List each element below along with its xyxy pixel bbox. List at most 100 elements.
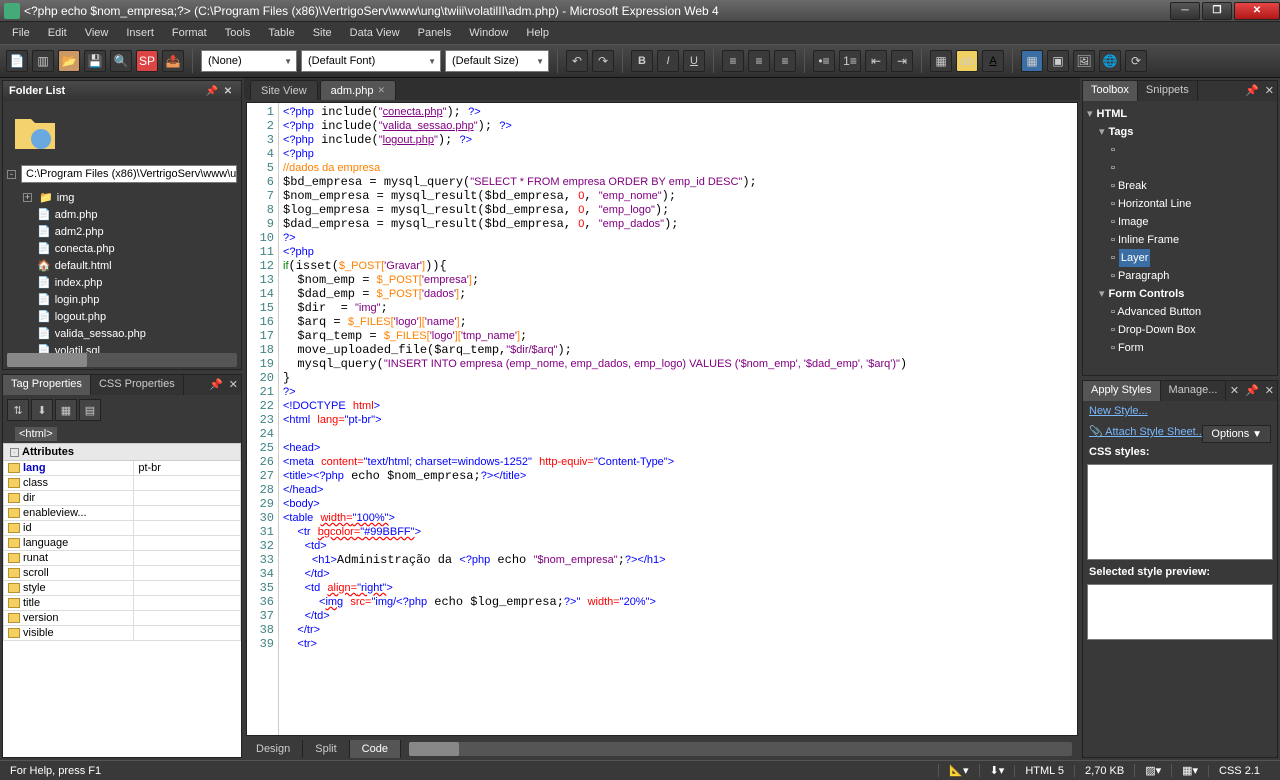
menu-help[interactable]: Help <box>518 25 557 41</box>
bullets-icon[interactable]: •≡ <box>813 50 835 72</box>
toolbox-span[interactable]: ▫ <box>1087 159 1273 177</box>
attr-row-language[interactable]: language <box>4 536 241 551</box>
hyperlink-icon[interactable]: 🌐 <box>1099 50 1121 72</box>
folder-hscroll[interactable] <box>7 353 237 367</box>
table-icon[interactable]: ▦ <box>1021 50 1043 72</box>
close-panel-icon[interactable]: ✕ <box>1262 81 1277 101</box>
tree-item-valida_sessao-php[interactable]: 📄 valida_sessao.php <box>9 325 235 342</box>
doc-tab-site view[interactable]: Site View <box>250 80 318 100</box>
attr-row-visible[interactable]: visible <box>4 626 241 641</box>
attr-row-version[interactable]: version <box>4 611 241 626</box>
view-split[interactable]: Split <box>303 740 349 758</box>
menu-format[interactable]: Format <box>164 25 215 41</box>
font-color-icon[interactable]: A <box>982 50 1004 72</box>
pin-icon[interactable]: 📌 <box>205 84 219 98</box>
size-dropdown[interactable]: (Default Size) <box>445 50 549 72</box>
site-path-box[interactable]: C:\Program Files (x86)\VertrigoServ\www\… <box>21 165 237 183</box>
toolbox-horizontalline[interactable]: ▫ Horizontal Line <box>1087 195 1273 213</box>
style-dropdown[interactable]: (None) <box>201 50 297 72</box>
tree-item-login-php[interactable]: 📄 login.php <box>9 291 235 308</box>
status-download-icon[interactable]: ⬇▾ <box>979 764 1015 777</box>
tree-item-adm-php[interactable]: 📄 adm.php <box>9 206 235 223</box>
menu-table[interactable]: Table <box>260 25 302 41</box>
highlight-icon[interactable]: ab <box>956 50 978 72</box>
sort-a-icon[interactable]: ⇅ <box>7 399 29 421</box>
sp-icon[interactable]: SP <box>136 50 158 72</box>
minimize-button[interactable]: ─ <box>1170 2 1200 20</box>
numbering-icon[interactable]: 1≡ <box>839 50 861 72</box>
pin-icon[interactable]: 📌 <box>1242 81 1262 101</box>
tab-toolbox[interactable]: Toolbox <box>1083 81 1138 101</box>
menu-edit[interactable]: Edit <box>40 25 75 41</box>
menu-panels[interactable]: Panels <box>410 25 460 41</box>
attr-row-lang[interactable]: langpt-br <box>4 461 241 476</box>
tab-css-properties[interactable]: CSS Properties <box>91 375 184 395</box>
tree-item-index-php[interactable]: 📄 index.php <box>9 274 235 291</box>
view-design[interactable]: Design <box>244 740 303 758</box>
indent-icon[interactable]: ⇥ <box>891 50 913 72</box>
menu-tools[interactable]: Tools <box>217 25 259 41</box>
attr-row-title[interactable]: title <box>4 596 241 611</box>
align-left-icon[interactable]: ≡ <box>722 50 744 72</box>
menu-data-view[interactable]: Data View <box>342 25 408 41</box>
status-css[interactable]: CSS 2.1 <box>1208 765 1270 777</box>
toolbox-form[interactable]: ▫ Form <box>1087 339 1273 357</box>
tab-apply-styles[interactable]: Apply Styles <box>1083 381 1161 401</box>
attr-collapse-icon[interactable]: - <box>10 448 19 457</box>
doc-tab-adm-php[interactable]: adm.php✕ <box>320 80 396 100</box>
layer-icon[interactable]: ▣ <box>1047 50 1069 72</box>
align-right-icon[interactable]: ≡ <box>774 50 796 72</box>
preview-icon[interactable]: 🔍 <box>110 50 132 72</box>
menu-file[interactable]: File <box>4 25 38 41</box>
menu-view[interactable]: View <box>77 25 117 41</box>
menu-site[interactable]: Site <box>305 25 340 41</box>
borders-icon[interactable]: ▦ <box>930 50 952 72</box>
attr-row-style[interactable]: style <box>4 581 241 596</box>
attr-row-enableview...[interactable]: enableview... <box>4 506 241 521</box>
close-panel-icon[interactable]: ✕ <box>221 84 235 98</box>
menu-insert[interactable]: Insert <box>118 25 162 41</box>
attr-row-dir[interactable]: dir <box>4 491 241 506</box>
editor-hscroll[interactable] <box>409 742 1072 756</box>
tree-collapse-icon[interactable]: - <box>7 170 16 179</box>
toolbox-layer[interactable]: ▫ Layer <box>1087 249 1273 267</box>
tree-item-logout-php[interactable]: 📄 logout.php <box>9 308 235 325</box>
outdent-icon[interactable]: ⇤ <box>865 50 887 72</box>
attr-row-class[interactable]: class <box>4 476 241 491</box>
refresh-icon[interactable]: ⟳ <box>1125 50 1147 72</box>
new-style-link[interactable]: New Style... <box>1083 401 1277 421</box>
sort-b-icon[interactable]: ⬇ <box>31 399 53 421</box>
open-icon[interactable]: 📂 <box>58 50 80 72</box>
tree-item-conecta-php[interactable]: 📄 conecta.php <box>9 240 235 257</box>
new-file-icon[interactable]: 📄 <box>6 50 28 72</box>
close-panel-icon[interactable]: ✕ <box>226 375 241 395</box>
toolbox-advancedbutton[interactable]: ▫ Advanced Button <box>1087 303 1273 321</box>
tree-item-default-html[interactable]: 🏠 default.html <box>9 257 235 274</box>
tree-item-adm2-php[interactable]: 📄 adm2.php <box>9 223 235 240</box>
close-panel-icon[interactable]: ✕ <box>1262 381 1277 401</box>
redo-icon[interactable]: ↷ <box>592 50 614 72</box>
attr-row-scroll[interactable]: scroll <box>4 566 241 581</box>
toolbox-image[interactable]: ▫ Image <box>1087 213 1273 231</box>
toolbox-html[interactable]: ▾ HTML <box>1087 105 1273 123</box>
publish-icon[interactable]: 📤 <box>162 50 184 72</box>
attr-row-runat[interactable]: runat <box>4 551 241 566</box>
align-center-icon[interactable]: ≡ <box>748 50 770 72</box>
toolbox-drop-downbox[interactable]: ▫ Drop-Down Box <box>1087 321 1273 339</box>
status-schema-icon[interactable]: 📐▾ <box>938 764 978 777</box>
status-css-mode-icon[interactable]: ▨▾ <box>1134 764 1171 777</box>
status-visual-aids-icon[interactable]: ▦▾ <box>1171 764 1208 777</box>
attr-row-id[interactable]: id <box>4 521 241 536</box>
close-tab-icon[interactable]: ✕ <box>1227 381 1242 401</box>
toolbox-div[interactable]: ▫ <box>1087 141 1273 159</box>
show-all-icon[interactable]: ▤ <box>79 399 101 421</box>
code-editor[interactable]: 1 2 3 4 5 6 7 8 9 10 11 12 13 14 15 16 1… <box>246 102 1078 736</box>
css-styles-box[interactable] <box>1087 464 1273 560</box>
toolbox-tags[interactable]: ▾ Tags <box>1087 123 1273 141</box>
close-tab-icon[interactable]: ✕ <box>377 85 385 96</box>
bold-icon[interactable]: B <box>631 50 653 72</box>
site-folder-icon[interactable] <box>11 109 59 157</box>
show-set-icon[interactable]: ▦ <box>55 399 77 421</box>
pin-icon[interactable]: 📌 <box>206 375 226 395</box>
maximize-button[interactable]: ❐ <box>1202 2 1232 20</box>
